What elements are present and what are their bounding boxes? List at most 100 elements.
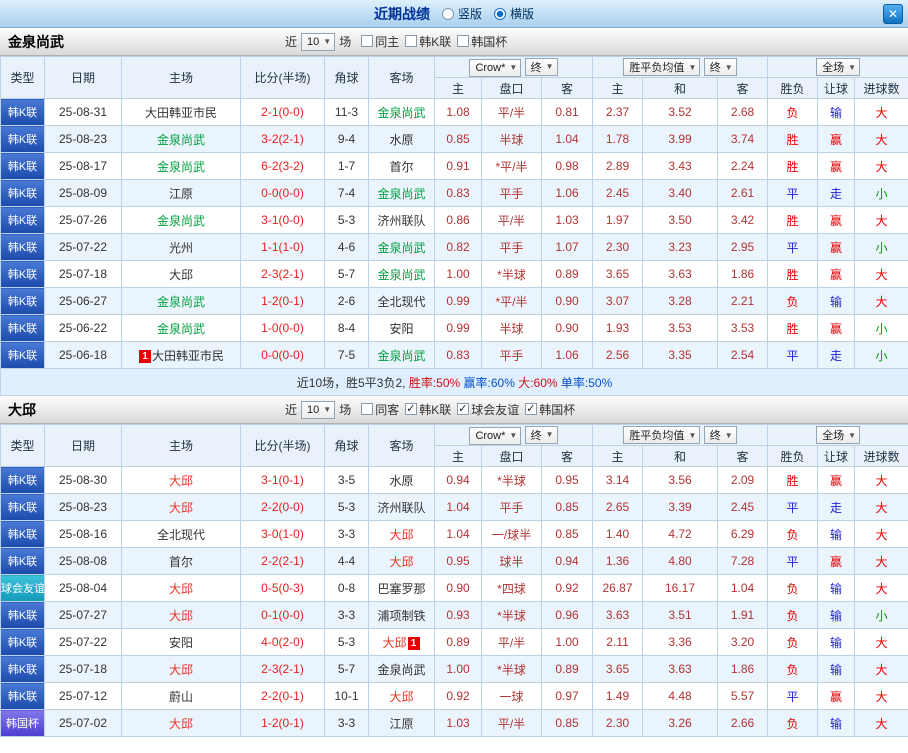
- recent-results-table: 类型 日期 主场 比分(半场) 角球 客场 Crow* ▼ 终 ▼ 胜平负均值 ▼ 终…: [0, 56, 908, 396]
- league-label: 韩K联: [7, 269, 38, 281]
- euro-stage-select[interactable]: 终 ▼: [703, 426, 737, 444]
- odds-value: 1.03: [446, 716, 470, 730]
- horizontal-layout-radio[interactable]: 横版: [494, 5, 534, 22]
- home-team-cell: 大田韩亚市民: [121, 98, 241, 126]
- checkbox-icon[interactable]: [405, 402, 418, 416]
- filter-checkbox-同客[interactable]: 同客: [361, 401, 399, 418]
- result-value: 胜: [786, 213, 799, 228]
- odds-value: 3.63: [668, 662, 692, 676]
- euro-draw-odds-cell: 4.48: [642, 682, 719, 710]
- checkbox-label: 同客: [375, 402, 400, 417]
- sub-header-asian-away: 客: [540, 445, 594, 467]
- odds-value: 3.50: [668, 213, 692, 227]
- asian-home-odds-cell: 0.99: [434, 314, 482, 342]
- match-count-select[interactable]: 10 ▼: [301, 32, 336, 51]
- checkbox-label: 韩国杯: [471, 34, 508, 49]
- asian-stage-select[interactable]: 终 ▼: [524, 425, 558, 444]
- euro-away-odds-cell: 3.74: [717, 125, 769, 153]
- euro-away-odds-cell: 6.29: [717, 520, 769, 548]
- avg-odds-select[interactable]: 胜平负均值 ▼: [623, 58, 701, 76]
- date-cell: 25-08-08: [44, 547, 122, 575]
- filter-checkbox-韩K联[interactable]: 韩K联: [405, 33, 451, 50]
- sub-header-handicap: 盘口: [481, 445, 542, 467]
- league-label: 球会友谊: [1, 583, 45, 595]
- asian-home-odds-cell: 1.00: [434, 260, 482, 288]
- match-row: 韩K联 25-07-27 大邱 0-1(0-0) 3-3 浦项制铁 0.93 *半球 0.96 3…: [0, 601, 908, 629]
- result-value: 胜: [786, 473, 799, 488]
- match-date: 25-07-18: [58, 662, 108, 676]
- home-team-cell: 安阳: [121, 628, 241, 656]
- league-type-cell: 球会友谊: [0, 574, 45, 602]
- corners-cell: 5-3: [324, 206, 369, 234]
- away-team-cell: 金泉尚武: [368, 655, 435, 683]
- away-team-cell: 大邱: [368, 682, 435, 710]
- away-team-cell: 江原: [368, 709, 435, 737]
- scope-select[interactable]: 全场 ▼: [816, 426, 860, 444]
- bookmaker-select[interactable]: Crow* ▼: [469, 426, 522, 445]
- handicap-result-cell: 输: [817, 655, 856, 683]
- bookmaker-select[interactable]: Crow* ▼: [469, 58, 522, 77]
- chevron-down-icon: ▼: [509, 63, 518, 72]
- euro-stage-select[interactable]: 终 ▼: [703, 58, 737, 76]
- checkbox-icon[interactable]: [405, 35, 418, 48]
- home-team-name: 金泉尚武: [156, 132, 205, 147]
- odds-value: 3.74: [730, 132, 755, 146]
- checkbox-icon[interactable]: [361, 403, 374, 416]
- filter-checkbox-同主[interactable]: 同主: [361, 33, 399, 50]
- away-team-name: 金泉尚武: [377, 186, 426, 201]
- date-cell: 25-08-04: [44, 574, 122, 602]
- match-count-select[interactable]: 10 ▼: [301, 400, 336, 419]
- filter-checkbox-韩国杯[interactable]: 韩国杯: [457, 33, 507, 50]
- avg-odds-value: 胜平负均值: [629, 430, 685, 442]
- chevron-down-icon: ▼: [545, 430, 554, 439]
- filter-checkbox-球会友谊[interactable]: 球会友谊: [457, 401, 519, 418]
- vertical-layout-radio[interactable]: 竖版: [441, 5, 482, 22]
- away-team-cell: 大邱 1: [368, 628, 435, 656]
- corner-count: 7-4: [337, 186, 356, 200]
- score-cell: 0-0(0-0): [240, 179, 325, 207]
- filter-checkbox-韩国杯[interactable]: 韩国杯: [525, 401, 575, 418]
- checkbox-icon[interactable]: [457, 402, 470, 416]
- odds-value: 2.37: [605, 105, 630, 119]
- euro-draw-odds-cell: 3.36: [642, 628, 719, 656]
- final-score: 0-1(0-0): [261, 608, 304, 622]
- corners-cell: 7-5: [324, 341, 369, 369]
- filter-checkbox-韩K联[interactable]: 韩K联: [405, 401, 451, 418]
- away-team-cell: 济州联队: [368, 206, 435, 234]
- sub-header-goals: 进球数: [854, 445, 908, 467]
- away-team-cell: 金泉尚武: [368, 341, 435, 369]
- asian-home-odds-cell: 0.86: [434, 206, 482, 234]
- away-team-cell: 首尔: [368, 152, 435, 180]
- odds-value: 3.63: [605, 608, 630, 622]
- checkbox-icon[interactable]: [361, 35, 374, 48]
- sub-header-handicap-result: 让球: [817, 445, 856, 467]
- checkbox-icon[interactable]: [457, 35, 470, 48]
- corners-cell: 3-3: [324, 601, 369, 629]
- corners-cell: 3-3: [324, 709, 369, 737]
- handicap-result-cell: 赢: [817, 314, 856, 342]
- odds-value: 3.52: [668, 105, 692, 119]
- away-team-name: 大邱: [382, 635, 407, 650]
- league-label: 韩K联: [7, 350, 38, 362]
- euro-draw-odds-cell: 3.53: [642, 314, 719, 342]
- final-score: 1-1(1-0): [261, 240, 304, 254]
- handicap-cell: 平手: [481, 233, 542, 261]
- match-date: 25-08-08: [58, 554, 108, 568]
- odds-value: 1.04: [555, 132, 579, 146]
- odds-value: 1.36: [605, 554, 630, 568]
- avg-odds-select[interactable]: 胜平负均值 ▼: [623, 426, 701, 444]
- checkbox-icon[interactable]: [525, 402, 538, 416]
- result-value: 负: [786, 581, 799, 596]
- corners-cell: 3-3: [324, 520, 369, 548]
- asian-stage-select[interactable]: 终 ▼: [524, 57, 558, 76]
- match-row: 韩K联 25-08-09 江原 0-0(0-0) 7-4 金泉尚武 0.83 平手 1.06 2.…: [0, 179, 908, 207]
- odds-value: 3.53: [730, 321, 755, 335]
- result-value: 赢: [830, 321, 843, 336]
- result-value: 赢: [830, 240, 843, 255]
- team-section-header: 大邱 近 10▼ 场 同客 韩K联 球会友谊 韩国杯: [0, 396, 908, 424]
- scope-select[interactable]: 全场 ▼: [816, 58, 860, 76]
- close-button[interactable]: ✕: [883, 4, 903, 24]
- asian-home-odds-cell: 0.99: [434, 287, 482, 315]
- euro-draw-odds-cell: 3.51: [642, 601, 719, 629]
- odds-value: 1.91: [730, 608, 755, 622]
